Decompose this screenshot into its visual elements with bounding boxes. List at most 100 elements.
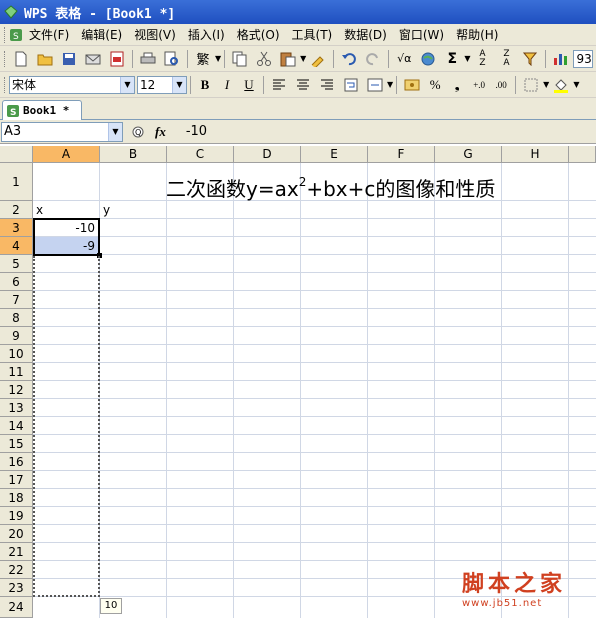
chevron-down-icon[interactable]: ▼: [387, 80, 393, 89]
chevron-down-icon[interactable]: ▼: [300, 54, 306, 63]
row-header-22[interactable]: 22: [0, 561, 33, 579]
menu-window[interactable]: 窗口(W): [393, 25, 450, 45]
row-header-5[interactable]: 5: [0, 255, 33, 273]
row-header-20[interactable]: 20: [0, 525, 33, 543]
tab-book1[interactable]: S Book1 *: [2, 100, 82, 120]
row-header-10[interactable]: 10: [0, 345, 33, 363]
open-folder-icon[interactable]: [35, 49, 55, 69]
formula-sqrt-icon[interactable]: √α: [394, 49, 414, 69]
cell-b2[interactable]: y: [101, 201, 167, 219]
align-left-icon[interactable]: [269, 75, 289, 95]
autosum-icon[interactable]: Σ: [442, 49, 462, 69]
currency-icon[interactable]: [402, 75, 422, 95]
decrease-decimal-button[interactable]: .00: [490, 75, 512, 95]
bold-button[interactable]: B: [194, 75, 216, 95]
menu-edit[interactable]: 编辑(E): [75, 25, 128, 45]
save-icon[interactable]: [59, 49, 79, 69]
row-header-7[interactable]: 7: [0, 291, 33, 309]
align-center-icon[interactable]: [293, 75, 313, 95]
column-header-i[interactable]: [569, 146, 596, 163]
print-preview-icon[interactable]: [162, 49, 182, 69]
row-header-1[interactable]: 1: [0, 163, 33, 201]
redo-icon[interactable]: [363, 49, 383, 69]
row-header-14[interactable]: 14: [0, 417, 33, 435]
cut-icon[interactable]: [254, 49, 274, 69]
row-header-8[interactable]: 8: [0, 309, 33, 327]
column-header-d[interactable]: D: [234, 146, 301, 163]
menu-format[interactable]: 格式(O): [231, 25, 286, 45]
undo-icon[interactable]: [339, 49, 359, 69]
percent-button[interactable]: %: [424, 75, 446, 95]
column-header-c[interactable]: C: [167, 146, 234, 163]
mail-icon[interactable]: [83, 49, 103, 69]
menu-file[interactable]: 文件(F): [23, 25, 75, 45]
sort-descending-icon[interactable]: ZA: [496, 49, 516, 69]
menu-view[interactable]: 视图(V): [128, 25, 182, 45]
row-header-15[interactable]: 15: [0, 435, 33, 453]
paste-icon[interactable]: [278, 49, 298, 69]
chevron-down-icon[interactable]: ▼: [215, 54, 221, 63]
chevron-down-icon[interactable]: ▼: [543, 80, 549, 89]
formula-input[interactable]: -10: [186, 124, 207, 139]
chevron-down-icon[interactable]: ▼: [172, 76, 186, 93]
merge-cells-icon[interactable]: [365, 75, 385, 95]
wrap-text-icon[interactable]: [341, 75, 361, 95]
borders-icon[interactable]: [521, 75, 541, 95]
zoom-combo[interactable]: 93: [573, 49, 594, 68]
row-header-23[interactable]: 23: [0, 579, 33, 597]
copy-icon[interactable]: [230, 49, 250, 69]
column-header-f[interactable]: F: [368, 146, 435, 163]
row-header-12[interactable]: 12: [0, 381, 33, 399]
cell-a2[interactable]: x: [34, 201, 100, 219]
traditional-chinese-icon[interactable]: 繁: [193, 49, 213, 69]
fill-color-icon[interactable]: [551, 75, 571, 95]
column-header-b[interactable]: B: [100, 146, 167, 163]
row-header-19[interactable]: 19: [0, 507, 33, 525]
select-all-corner[interactable]: [0, 146, 33, 163]
insert-function-button[interactable]: fx: [155, 124, 166, 140]
pdf-export-icon[interactable]: [107, 49, 127, 69]
menu-tools[interactable]: 工具(T): [286, 25, 339, 45]
column-header-g[interactable]: G: [435, 146, 502, 163]
align-right-icon[interactable]: [317, 75, 337, 95]
app-menu-icon[interactable]: S: [9, 27, 23, 43]
new-file-icon[interactable]: [11, 49, 31, 69]
row-header-21[interactable]: 21: [0, 543, 33, 561]
grip-handle[interactable]: [4, 50, 7, 67]
font-size-select[interactable]: 12 ▼: [137, 75, 187, 94]
name-box[interactable]: A3 ▼: [1, 121, 123, 142]
column-header-e[interactable]: E: [301, 146, 368, 163]
row-header-18[interactable]: 18: [0, 489, 33, 507]
menu-help[interactable]: 帮助(H): [450, 25, 504, 45]
column-header-h[interactable]: H: [502, 146, 569, 163]
row-header-3[interactable]: 3: [0, 219, 33, 237]
chevron-down-icon[interactable]: ▼: [464, 54, 470, 63]
chart-icon[interactable]: [551, 49, 571, 69]
chevron-down-icon[interactable]: ▼: [108, 122, 122, 141]
row-header-4[interactable]: 4: [0, 237, 33, 255]
column-header-a[interactable]: A: [33, 146, 100, 163]
menu-data[interactable]: 数据(D): [338, 25, 393, 45]
chevron-down-icon[interactable]: ▼: [120, 76, 134, 93]
row-header-17[interactable]: 17: [0, 471, 33, 489]
print-icon[interactable]: [138, 49, 158, 69]
grip-handle[interactable]: [4, 26, 7, 43]
row-header-13[interactable]: 13: [0, 399, 33, 417]
sheet-title[interactable]: 二次函数y=ax2+bx+c的图像和性质: [166, 166, 495, 205]
comma-style-button[interactable]: ❟: [446, 75, 468, 95]
menu-insert[interactable]: 插入(I): [182, 25, 231, 45]
grip-handle[interactable]: [4, 76, 7, 93]
increase-decimal-button[interactable]: +.0: [468, 75, 490, 95]
format-painter-icon[interactable]: [308, 49, 328, 69]
row-header-6[interactable]: 6: [0, 273, 33, 291]
lookup-icon[interactable]: Q: [131, 125, 145, 139]
row-header-11[interactable]: 11: [0, 363, 33, 381]
chevron-down-icon[interactable]: ▼: [573, 80, 579, 89]
filter-icon[interactable]: [520, 49, 540, 69]
globe-icon[interactable]: [418, 49, 438, 69]
row-header-24[interactable]: 24: [0, 597, 33, 618]
italic-button[interactable]: I: [216, 75, 238, 95]
row-header-2[interactable]: 2: [0, 201, 33, 219]
row-header-9[interactable]: 9: [0, 327, 33, 345]
font-name-select[interactable]: 宋体 ▼: [9, 75, 135, 94]
